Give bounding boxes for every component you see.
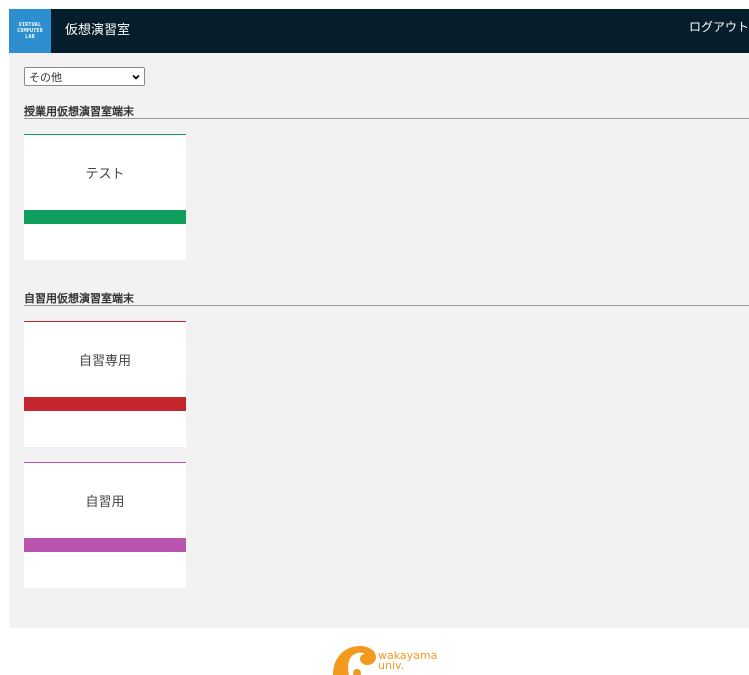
logo-wordmark: wakayama univ. bbox=[378, 650, 437, 672]
terminal-card-name: 自習専用 bbox=[78, 354, 131, 369]
wave-logo-icon bbox=[333, 646, 376, 675]
terminal-card-self-study[interactable]: 自習用 bbox=[24, 462, 186, 588]
terminal-card-color-band bbox=[24, 210, 186, 224]
category-select[interactable]: その他 bbox=[24, 67, 145, 86]
logout-link[interactable]: ログアウト bbox=[689, 9, 749, 45]
category-select-value: その他 bbox=[29, 71, 62, 84]
section-title-self-study-terminals: 自習用仮想演習室端末 bbox=[24, 292, 134, 305]
page-background: VIRTUAL COMPUTER LAB 仮想演習室 ログアウト その他 授業用… bbox=[9, 9, 749, 628]
app-title[interactable]: 仮想演習室 bbox=[65, 9, 130, 53]
top-navbar: VIRTUAL COMPUTER LAB 仮想演習室 ログアウト bbox=[9, 9, 749, 53]
logo-line-3: LAB bbox=[25, 34, 35, 40]
virtual-computer-lab-logo[interactable]: VIRTUAL COMPUTER LAB bbox=[9, 9, 51, 53]
logo-text-2: univ. bbox=[378, 659, 405, 672]
section-divider bbox=[24, 305, 749, 306]
terminal-card-name: テスト bbox=[85, 167, 125, 182]
chevron-down-icon bbox=[132, 74, 140, 80]
terminal-card-color-band bbox=[24, 397, 186, 411]
terminal-card-test[interactable]: テスト bbox=[24, 134, 186, 260]
section-title-class-terminals: 授業用仮想演習室端末 bbox=[24, 105, 134, 118]
wakayama-univ-logo[interactable]: wakayama univ. bbox=[331, 643, 451, 675]
terminal-card-name: 自習用 bbox=[85, 495, 125, 510]
section-divider bbox=[24, 118, 749, 119]
terminal-card-self-study-only[interactable]: 自習専用 bbox=[24, 321, 186, 447]
terminal-card-color-band bbox=[24, 538, 186, 552]
